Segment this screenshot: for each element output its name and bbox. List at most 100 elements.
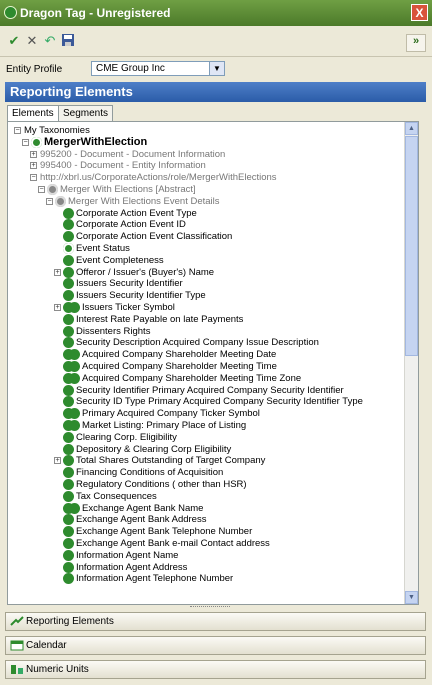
collapse-icon[interactable]: − [22, 138, 29, 146]
tree-item-label: Corporate Action Event ID [76, 219, 186, 231]
tree-item-label: Event Status [76, 243, 130, 254]
element-icon [63, 479, 74, 490]
tree-item-label: Corporate Action Event Classification [76, 231, 233, 243]
linked-element-icon [63, 372, 74, 384]
entity-profile-select[interactable]: CME Group Inc ▼ [91, 61, 225, 76]
tree-item-label: Information Agent Address [76, 561, 188, 573]
panel-title: Reporting Elements [5, 82, 426, 102]
tree-item-label: Acquired Company Shareholder Meeting Dat… [82, 349, 277, 361]
tree-item-label: Security Identifier Primary Acquired Com… [76, 384, 344, 396]
reporting-elements-icon [10, 616, 24, 626]
element-tree: − My Taxonomies − MergerWithElection +995200… [7, 121, 419, 605]
tree-item-label: Depository & Clearing Corp Eligibility [76, 443, 232, 455]
element-icon [63, 431, 74, 443]
calendar-icon [10, 640, 24, 651]
nav-reporting-elements[interactable]: Reporting Elements [5, 612, 426, 631]
tree-item-label: Security ID Type Primary Acquired Compan… [76, 396, 363, 408]
panel-splitter[interactable] [190, 606, 230, 610]
element-icon [63, 290, 74, 302]
linked-element-icon [63, 349, 74, 361]
entity-profile-row: Entity Profile CME Group Inc ▼ [0, 60, 432, 78]
scroll-up-icon[interactable]: ▲ [405, 122, 418, 135]
chevron-down-icon[interactable]: ▼ [209, 62, 224, 75]
abstract-element-icon [55, 195, 66, 207]
expand-icon[interactable]: + [54, 268, 61, 276]
abstract-element-icon [47, 184, 58, 195]
tree-item-label: Information Agent Telephone Number [76, 573, 234, 585]
apply-icon[interactable]: ✔ [6, 33, 22, 49]
nav-calendar[interactable]: Calendar [5, 636, 426, 655]
tree-item-label: Primary Acquired Company Ticker Symbol [82, 408, 260, 420]
expand-icon[interactable]: + [30, 150, 37, 158]
tree-item-label: 995400 - Document - Entity Information [40, 160, 206, 172]
element-group-icon [31, 136, 42, 148]
tab-elements[interactable]: Elements [7, 105, 59, 121]
element-icon [63, 526, 74, 538]
tree-item-label: Information Agent Name [76, 549, 179, 561]
tree-item-label: Market Listing: Primary Place of Listing [82, 420, 247, 431]
tree-item-label: Tax Consequences [76, 490, 157, 502]
tree-item-label: Total Shares Outstanding of Target Compa… [76, 455, 266, 467]
linked-element-icon [63, 420, 74, 431]
entity-profile-label: Entity Profile [6, 64, 63, 75]
tree-item-label: My Taxonomies [24, 125, 90, 136]
element-icon [63, 384, 74, 396]
toolbar: ✔ ✕ ↶ » [0, 28, 432, 57]
save-icon[interactable] [60, 33, 76, 49]
expand-icon[interactable]: + [30, 162, 37, 170]
element-icon [63, 337, 74, 349]
expand-toolbar-button[interactable]: » [406, 34, 426, 52]
tree-item-label: Exchange Agent Bank Name [82, 502, 204, 514]
tree-item-label: Clearing Corp. Eligibility [76, 431, 177, 443]
element-icon [63, 514, 74, 526]
collapse-icon[interactable]: − [38, 186, 45, 193]
scroll-down-icon[interactable]: ▼ [405, 591, 418, 604]
collapse-icon[interactable]: − [46, 197, 53, 205]
element-icon [63, 443, 74, 455]
element-icon [63, 278, 74, 290]
element-icon [63, 396, 74, 408]
tree-item-label: Acquired Company Shareholder Meeting Tim… [82, 372, 302, 384]
close-button[interactable]: X [411, 4, 428, 21]
tab-segments[interactable]: Segments [58, 105, 114, 121]
tree-item-label: Issuers Security Identifier [76, 278, 183, 290]
entity-profile-value: CME Group Inc [96, 63, 165, 74]
tree-item-label: Exchange Agent Bank Telephone Number [76, 526, 253, 538]
element-icon [63, 573, 74, 585]
nav-label: Calendar [26, 640, 67, 651]
collapse-icon[interactable]: − [14, 127, 21, 134]
expand-icon[interactable]: + [54, 457, 61, 465]
element-icon [63, 490, 74, 502]
element-icon [63, 538, 74, 549]
tree-item-label: Exchange Agent Bank Address [76, 514, 207, 526]
tree-item-label: Financing Conditions of Acquisition [76, 467, 224, 479]
tree-item-label: MergerWithElection [44, 135, 148, 148]
tree-item-label: Event Completeness [76, 254, 164, 266]
linked-element-icon [63, 302, 74, 313]
tree-item-label: Regulatory Conditions ( other than HSR) [76, 479, 247, 490]
tree-item-label: Interest Rate Payable on late Payments [76, 313, 244, 325]
collapse-icon[interactable]: − [30, 174, 37, 182]
tree-item-label: Issuers Security Identifier Type [76, 290, 206, 302]
linked-element-icon [63, 408, 74, 420]
element-icon [63, 325, 74, 337]
undo-icon[interactable]: ↶ [42, 33, 58, 49]
element-icon [63, 231, 74, 243]
nav-numeric-units[interactable]: Numeric Units [5, 660, 426, 679]
delete-icon[interactable]: ✕ [24, 33, 40, 49]
expand-icon[interactable]: + [54, 304, 61, 311]
element-icon [63, 254, 74, 266]
vertical-scrollbar[interactable]: ▲ ▼ [404, 122, 418, 604]
linked-element-icon [63, 361, 74, 372]
tree-item-label: Offeror / Issuer's (Buyer's) Name [76, 266, 215, 278]
scroll-thumb[interactable] [405, 136, 418, 356]
tree-item-label: Acquired Company Shareholder Meeting Tim… [82, 361, 277, 372]
tree-item-label: Dissenters Rights [76, 325, 151, 337]
element-icon [63, 313, 74, 325]
tree-item-label: http://xbrl.us/CorporateActions/role/Mer… [40, 172, 277, 184]
tree-item-label: Issuers Ticker Symbol [82, 302, 175, 313]
element-icon [63, 219, 74, 231]
nav-label: Reporting Elements [26, 616, 114, 627]
element-icon [63, 561, 74, 573]
element-icon [63, 207, 74, 219]
